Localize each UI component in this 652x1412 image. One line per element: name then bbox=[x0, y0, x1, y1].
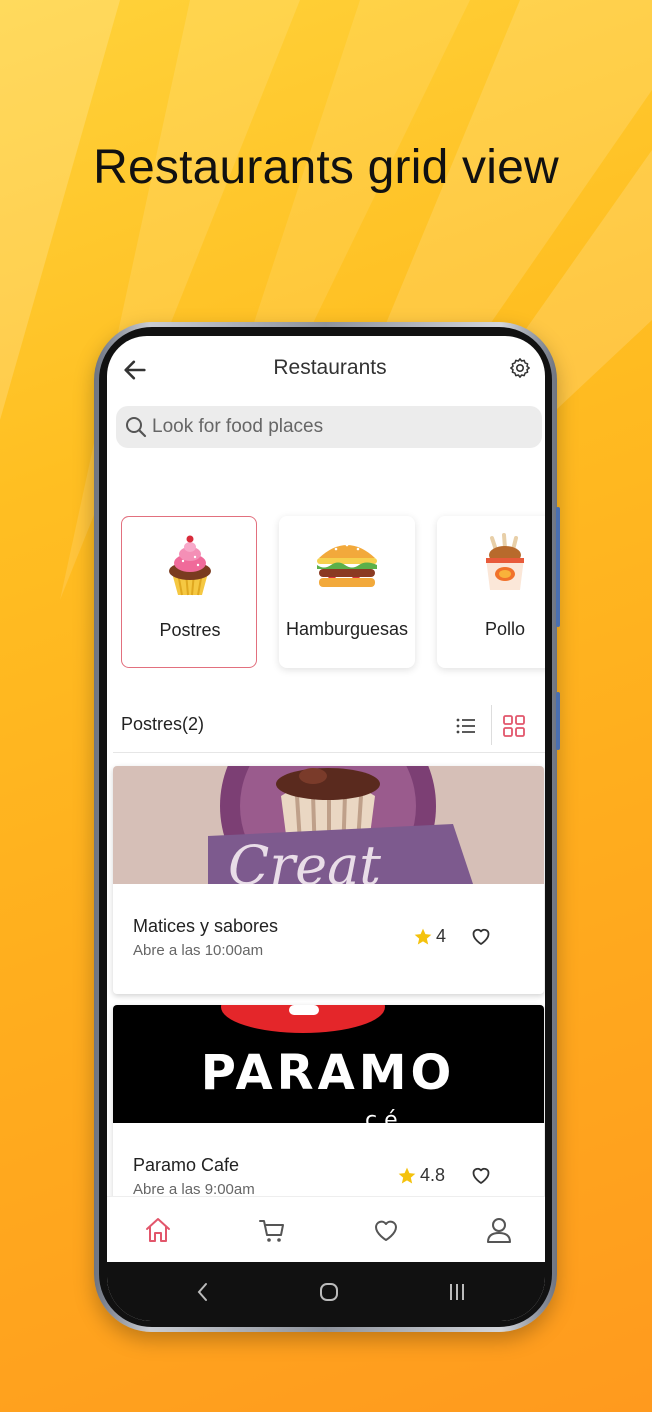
system-recents-icon[interactable] bbox=[443, 1278, 471, 1306]
category-label: Hamburguesas bbox=[285, 619, 409, 639]
gear-icon[interactable] bbox=[508, 356, 532, 380]
toggle-divider bbox=[491, 705, 492, 745]
heart-icon[interactable] bbox=[371, 1215, 401, 1245]
home-icon[interactable] bbox=[143, 1215, 173, 1245]
banner-text: PARAMO bbox=[201, 1045, 456, 1101]
svg-text:c é: c é bbox=[365, 1108, 398, 1123]
heart-icon[interactable] bbox=[469, 924, 493, 948]
search-input[interactable] bbox=[152, 416, 532, 438]
section-divider bbox=[113, 752, 545, 753]
cupcake-icon bbox=[169, 535, 211, 596]
category-card-pollo[interactable]: Pollo bbox=[437, 516, 545, 668]
list-view-icon[interactable] bbox=[452, 712, 480, 740]
restaurant-rating: 4.8 bbox=[397, 1165, 445, 1186]
section-title: Postres(2) bbox=[121, 714, 205, 734]
promo-title: Restaurants grid view bbox=[93, 141, 559, 194]
heart-icon[interactable] bbox=[469, 1163, 493, 1187]
page-title: Restaurants bbox=[273, 356, 387, 379]
category-label: Postres bbox=[159, 620, 221, 640]
search-bar[interactable] bbox=[116, 406, 542, 448]
system-back-icon[interactable] bbox=[189, 1278, 217, 1306]
category-label: Pollo bbox=[484, 619, 526, 639]
restaurant-banner-image: PARAMO c é bbox=[113, 1005, 544, 1123]
restaurant-rating: 4 bbox=[413, 926, 446, 947]
rating-value: 4 bbox=[436, 926, 447, 946]
burger-icon bbox=[317, 543, 377, 587]
restaurant-card[interactable]: Creat Matices y sabores Abre a las 10:00… bbox=[113, 766, 544, 994]
restaurant-banner-image: Creat bbox=[113, 766, 544, 884]
fried-chicken-icon bbox=[486, 533, 524, 590]
rating-value: 4.8 bbox=[420, 1165, 446, 1185]
category-card-hamburguesas[interactable]: Hamburguesas bbox=[279, 516, 415, 668]
category-card-postres[interactable]: Postres bbox=[121, 516, 257, 668]
system-home-icon[interactable] bbox=[315, 1278, 343, 1306]
app-screen: Restaurants Postres bbox=[107, 336, 545, 1321]
search-icon bbox=[126, 417, 147, 438]
star-icon bbox=[398, 1167, 416, 1183]
system-nav-bar bbox=[107, 1262, 545, 1321]
bottom-nav bbox=[107, 1196, 545, 1262]
top-bar: Restaurants bbox=[107, 336, 545, 402]
banner-text: Creat bbox=[228, 834, 381, 884]
star-icon bbox=[414, 928, 432, 944]
profile-icon[interactable] bbox=[484, 1215, 514, 1245]
restaurant-name: Paramo Cafe bbox=[133, 1155, 240, 1175]
cart-icon[interactable] bbox=[257, 1215, 287, 1245]
grid-view-icon[interactable] bbox=[500, 712, 528, 740]
restaurant-hours: Abre a las 10:00am bbox=[133, 942, 264, 959]
restaurant-name: Matices y sabores bbox=[133, 916, 279, 936]
